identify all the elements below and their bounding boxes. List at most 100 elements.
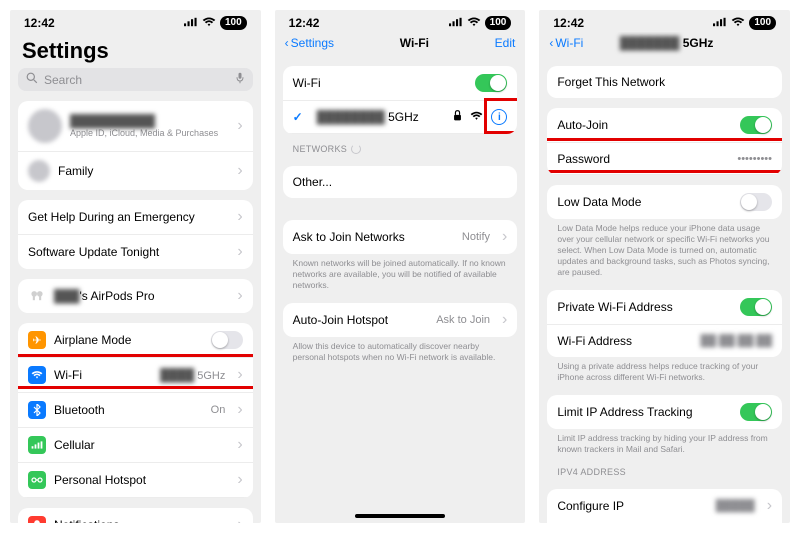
auto-join-hotspot-group: Auto-Join Hotspot Ask to Join [283, 303, 518, 337]
private-address-row[interactable]: Private Wi-Fi Address [547, 290, 782, 325]
wifi-toggle[interactable] [475, 74, 507, 92]
status-time: 12:42 [24, 16, 55, 30]
cellular-label: Cellular [54, 438, 225, 452]
emergency-label: Get Help During an Emergency [28, 210, 225, 224]
private-address-toggle[interactable] [740, 298, 772, 316]
airplane-icon: ✈ [28, 331, 46, 349]
low-data-hint: Low Data Mode helps reduce your iPhone d… [547, 219, 782, 280]
low-data-group: Low Data Mode [547, 185, 782, 219]
status-time: 12:42 [289, 16, 320, 30]
airplane-mode-row[interactable]: ✈ Airplane Mode [18, 323, 253, 358]
cellular-row[interactable]: Cellular [18, 428, 253, 463]
configure-ip-row[interactable]: Configure IP █████ [547, 489, 782, 523]
low-data-row[interactable]: Low Data Mode [547, 185, 782, 219]
networks-group: Other... [283, 166, 518, 198]
hotspot-icon [28, 471, 46, 489]
spinner-icon [351, 144, 361, 154]
search-input[interactable]: Search [18, 68, 253, 91]
software-update-label: Software Update Tonight [28, 245, 225, 259]
wifi-address-row[interactable]: Wi-Fi Address ██:██:██:██ [547, 325, 782, 357]
chevron-left-icon: ‹ [549, 36, 553, 50]
wifi-label: Wi-Fi [54, 368, 152, 382]
status-bar: 12:42 100 [10, 10, 261, 32]
airplane-toggle[interactable] [211, 331, 243, 349]
airplane-label: Airplane Mode [54, 333, 203, 347]
page-title: Settings [18, 32, 253, 68]
family-row[interactable]: Family [18, 152, 253, 190]
bluetooth-row[interactable]: Bluetooth On [18, 393, 253, 428]
info-icon[interactable]: i [491, 109, 507, 125]
airpods-icon [28, 287, 46, 305]
notifications-label: Notifications [54, 518, 225, 523]
wifi-toggle-label: Wi-Fi [293, 76, 468, 90]
bluetooth-value: On [211, 404, 226, 416]
software-update-row[interactable]: Software Update Tonight [18, 235, 253, 269]
family-avatars-icon [28, 160, 50, 182]
auto-join-label: Auto-Join [557, 118, 732, 132]
networks-section-label: Networks [283, 134, 518, 156]
notifications-icon [28, 516, 46, 523]
back-label: Wi-Fi [555, 36, 583, 50]
screen-network-detail: 12:42 100 ‹ Wi-Fi ███████ 5GHz Forget Th… [539, 10, 790, 523]
battery-icon: 100 [220, 16, 247, 30]
airpods-row[interactable]: ███'s AirPods Pro [18, 279, 253, 313]
limit-ip-hint: Limit IP address tracking by hiding your… [547, 429, 782, 457]
bluetooth-icon [28, 401, 46, 419]
notifications-row[interactable]: Notifications [18, 508, 253, 523]
wifi-row[interactable]: Wi-Fi ████ 5GHz [18, 358, 253, 393]
ipv4-group: Configure IP █████ IP Address ███.███.█.… [547, 489, 782, 523]
forget-group: Forget This Network [547, 66, 782, 98]
connected-network-row[interactable]: ████████ 5GHz i [283, 101, 518, 134]
status-bar: 12:42 100 [275, 10, 526, 32]
private-address-group: Private Wi-Fi Address Wi-Fi Address ██:█… [547, 290, 782, 357]
wifi-status-icon [467, 16, 481, 30]
other-network-row[interactable]: Other... [283, 166, 518, 198]
ask-to-join-row[interactable]: Ask to Join Networks Notify [283, 220, 518, 254]
auto-join-toggle[interactable] [740, 116, 772, 134]
emergency-row[interactable]: Get Help During an Emergency [18, 200, 253, 235]
limit-ip-label: Limit IP Address Tracking [557, 405, 732, 419]
wifi-icon [28, 366, 46, 384]
general-group: Notifications Sounds & Haptics Focus [18, 508, 253, 523]
profile-group: ██████████ Apple ID, iCloud, Media & Pur… [18, 101, 253, 190]
mic-icon[interactable] [235, 72, 245, 87]
network-name: ████████ 5GHz [317, 110, 446, 124]
wifi-status-icon [202, 16, 216, 30]
page-title: Wi-Fi [400, 36, 429, 50]
limit-ip-row[interactable]: Limit IP Address Tracking [547, 395, 782, 429]
auto-join-hotspot-hint: Allow this device to automatically disco… [283, 337, 518, 365]
back-button[interactable]: ‹ Wi-Fi [549, 36, 583, 50]
auto-join-row[interactable]: Auto-Join [547, 108, 782, 143]
search-placeholder: Search [44, 73, 82, 87]
low-data-toggle[interactable] [740, 193, 772, 211]
chevron-left-icon: ‹ [285, 36, 289, 50]
other-label: Other... [293, 175, 508, 189]
limit-ip-toggle[interactable] [740, 403, 772, 421]
wifi-strength-icon [470, 111, 483, 124]
private-address-hint: Using a private address helps reduce tra… [547, 357, 782, 385]
apple-id-row[interactable]: ██████████ Apple ID, iCloud, Media & Pur… [18, 101, 253, 152]
configure-ip-value: █████ [716, 500, 755, 512]
hotspot-row[interactable]: Personal Hotspot [18, 463, 253, 498]
auto-join-hotspot-row[interactable]: Auto-Join Hotspot Ask to Join [283, 303, 518, 337]
hotspot-label: Personal Hotspot [54, 473, 225, 487]
airpods-group: ███'s AirPods Pro [18, 279, 253, 313]
password-value: ••••••••• [737, 153, 772, 165]
wifi-value: ████ 5GHz [160, 368, 225, 382]
back-button[interactable]: ‹ Settings [285, 36, 334, 50]
low-data-label: Low Data Mode [557, 195, 732, 209]
avatar [28, 109, 62, 143]
forget-network-button[interactable]: Forget This Network [547, 66, 782, 98]
private-address-label: Private Wi-Fi Address [557, 300, 732, 314]
wifi-toggle-row[interactable]: Wi-Fi [283, 66, 518, 101]
home-indicator[interactable] [355, 514, 445, 518]
signal-icon [449, 16, 463, 30]
nav-bar: ‹ Settings Wi-Fi Edit [283, 32, 518, 56]
bluetooth-label: Bluetooth [54, 403, 203, 417]
ask-to-join-hint: Known networks will be joined automatica… [283, 254, 518, 293]
wifi-address-label: Wi-Fi Address [557, 334, 692, 348]
signal-icon [184, 16, 198, 30]
profile-sub: Apple ID, iCloud, Media & Purchases [70, 128, 225, 138]
password-row[interactable]: Password ••••••••• [547, 143, 782, 175]
edit-button[interactable]: Edit [495, 36, 516, 50]
